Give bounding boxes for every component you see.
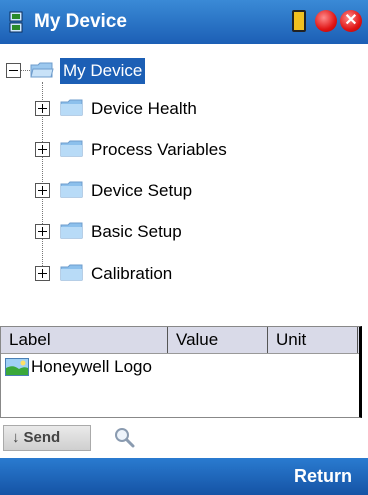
folder-icon [60,264,83,281]
folder-icon [60,222,83,239]
tree-node-label: Calibration [91,264,173,283]
tree-node-label: Process Variables [91,140,227,159]
folder-icon [60,181,83,198]
magnifier-icon[interactable] [112,425,136,449]
tree-connector [21,70,30,71]
folder-open-icon [30,62,54,78]
tree-node-label: Basic Setup [91,222,182,241]
grid-row[interactable]: Honeywell Logo [1,356,359,380]
folder-icon [60,99,83,116]
action-toolbar: ↓ Send [0,420,368,458]
down-arrow-icon: ↓ [12,429,20,446]
record-icon[interactable] [315,10,337,32]
row-label-cell: Honeywell Logo [31,357,152,376]
expand-icon[interactable] [35,142,50,157]
battery-icon [292,10,306,32]
device-tree: My Device Device Health Process Variable… [0,44,368,316]
softkey-bar: Return [0,458,368,495]
column-header-unit[interactable]: Unit [268,327,358,353]
expand-icon[interactable] [35,183,50,198]
expand-icon[interactable] [35,224,50,239]
send-label: Send [23,429,61,446]
collapse-root-icon[interactable] [6,63,21,78]
folder-icon [60,140,83,157]
close-button[interactable]: ✕ [340,10,362,32]
parameter-grid: Label Value Unit Honeywell Logo [0,326,362,418]
grid-header: Label Value Unit [1,327,359,354]
column-header-label[interactable]: Label [1,327,168,353]
tree-node-label: Device Setup [91,181,193,200]
close-icon: ✕ [344,12,358,29]
title-bar: My Device ✕ [0,0,368,44]
expand-icon[interactable] [35,266,50,281]
column-header-value[interactable]: Value [168,327,268,353]
expand-icon[interactable] [35,101,50,116]
tree-node-my-device[interactable]: My Device [60,58,146,84]
device-icon [9,11,23,33]
window-title: My Device [34,11,127,32]
image-icon [5,358,29,376]
return-softkey[interactable]: Return [294,466,352,487]
send-button[interactable]: ↓ Send [3,425,91,451]
tree-node-label: Device Health [91,99,197,118]
